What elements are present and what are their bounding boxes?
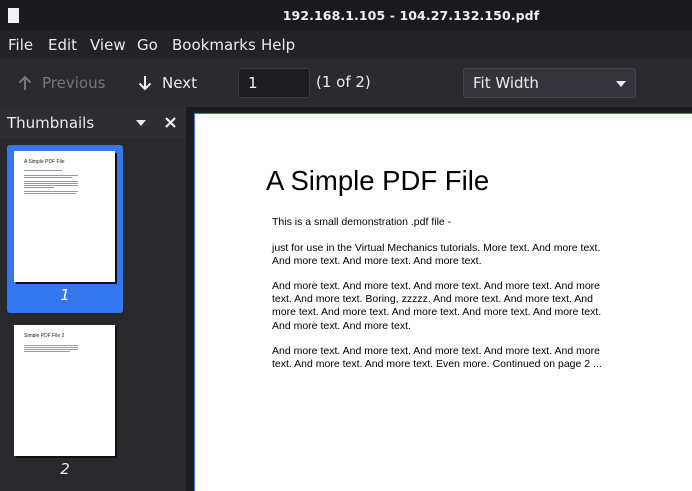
- arrow-down-icon: [138, 76, 152, 91]
- thumbnails-sidebar: Thumbnails A Simple PDF File 1 Simple PD…: [0, 107, 186, 491]
- sidebar-header: Thumbnails: [0, 107, 186, 139]
- arrow-up-icon: [18, 75, 32, 90]
- pdf-page[interactable]: A Simple PDF File This is a small demons…: [194, 113, 692, 491]
- menu-go[interactable]: Go: [137, 35, 158, 55]
- sidebar-title: Thumbnails: [7, 114, 95, 132]
- close-icon[interactable]: [165, 117, 176, 128]
- document-title: A Simple PDF File: [266, 165, 490, 196]
- sidebar-dropdown-icon[interactable]: [136, 120, 146, 126]
- menu-view[interactable]: View: [90, 35, 126, 55]
- previous-label: Previous: [42, 74, 106, 92]
- zoom-select[interactable]: Fit Width: [463, 68, 636, 98]
- sidebar-splitter[interactable]: [186, 107, 194, 491]
- document-paragraph-2: just for use in the Virtual Mechanics tu…: [272, 242, 601, 268]
- menu-help[interactable]: Help: [261, 35, 295, 55]
- menu-edit[interactable]: Edit: [48, 35, 77, 55]
- next-page-button[interactable]: Next: [138, 72, 197, 94]
- document-paragraph-1: This is a small demonstration .pdf file …: [272, 216, 452, 228]
- menu-file[interactable]: File: [8, 35, 33, 55]
- thumbnail-page-2[interactable]: Simple PDF File 2: [14, 325, 115, 456]
- next-label: Next: [162, 74, 197, 92]
- thumbnail-1-title: A Simple PDF File: [24, 159, 65, 165]
- chevron-down-icon: [616, 81, 626, 87]
- zoom-value: Fit Width: [473, 74, 539, 92]
- menu-bar: File Edit View Go Bookmarks Help: [0, 31, 692, 59]
- thumbnail-2-number: 2: [60, 460, 70, 478]
- document-paragraph-3: And more text. And more text. And more t…: [272, 280, 602, 332]
- page-count-label: (1 of 2): [316, 73, 371, 91]
- thumbnail-page-1[interactable]: A Simple PDF File: [14, 151, 115, 282]
- title-bar: 192.168.1.105 - 104.27.132.150.pdf: [0, 0, 692, 31]
- thumbnail-1-number: 1: [60, 286, 70, 304]
- menu-bookmarks[interactable]: Bookmarks: [172, 35, 256, 55]
- previous-page-button[interactable]: Previous: [18, 72, 105, 94]
- page-number-input[interactable]: [238, 68, 310, 98]
- thumbnail-2-title: Simple PDF File 2: [24, 333, 65, 339]
- document-paragraph-4: And more text. And more text. And more t…: [272, 345, 602, 371]
- window-title: 192.168.1.105 - 104.27.132.150.pdf: [282, 8, 540, 23]
